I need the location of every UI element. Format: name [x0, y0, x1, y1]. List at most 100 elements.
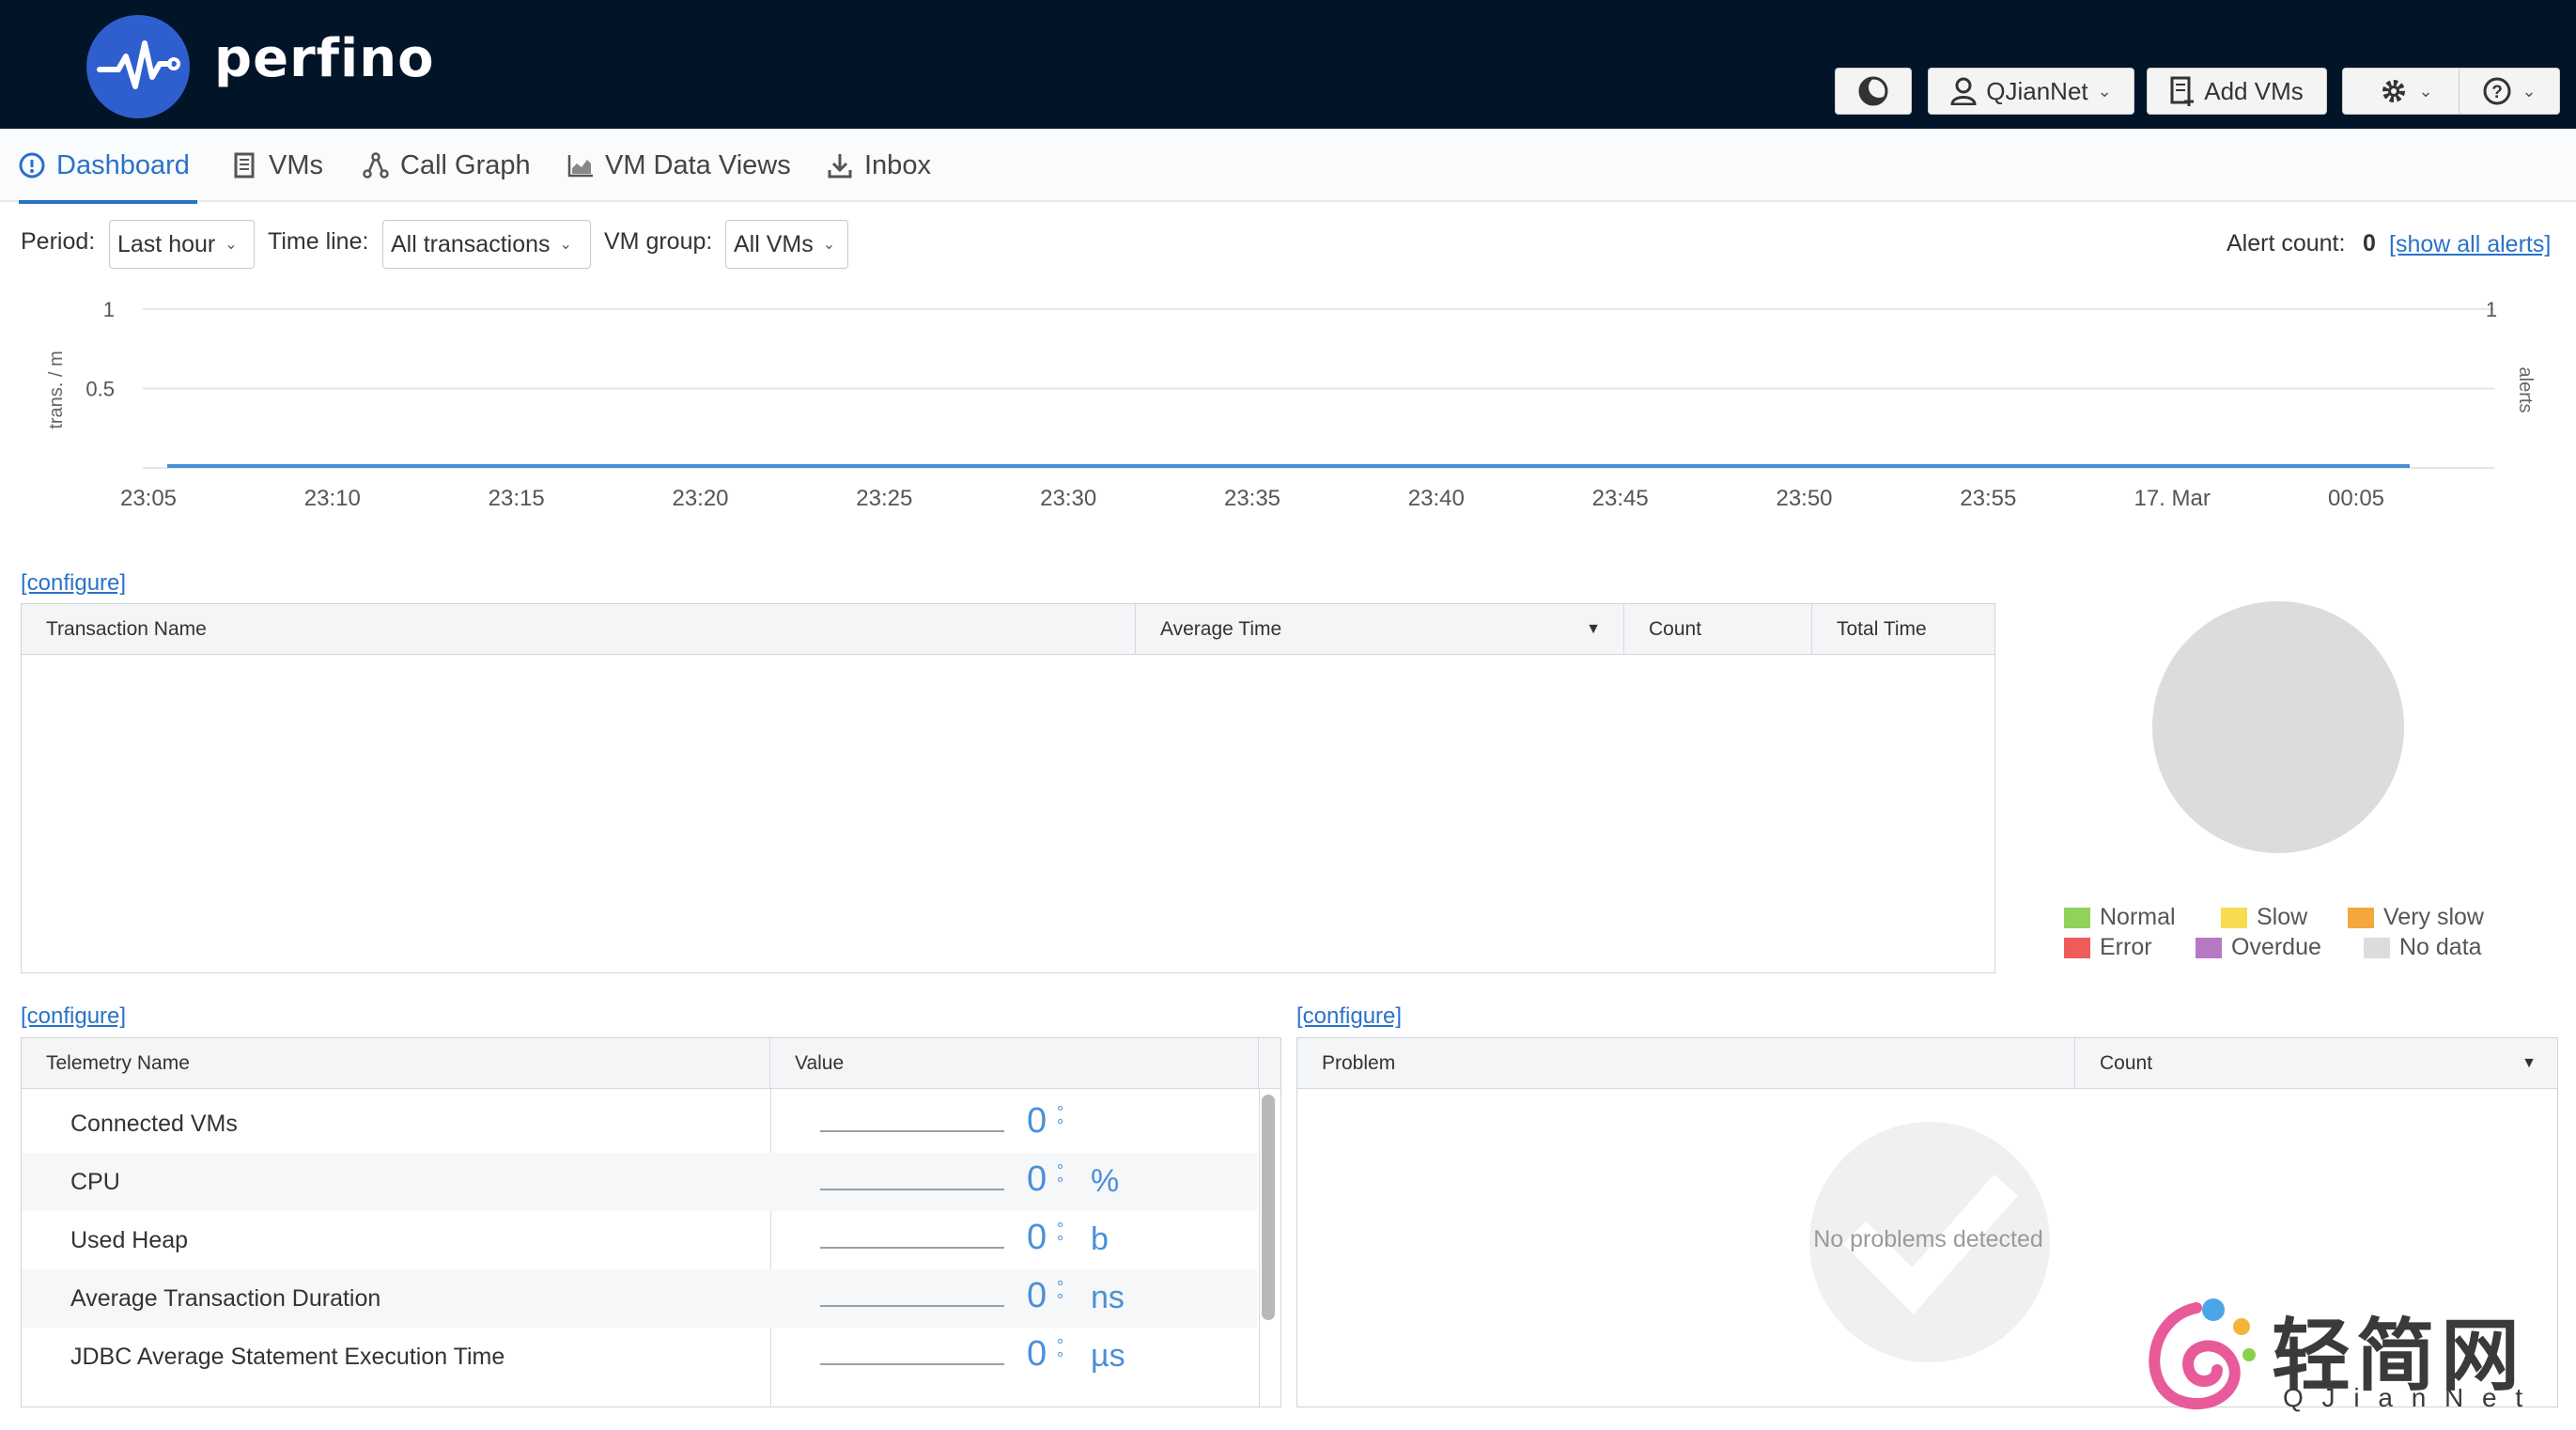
- transaction-pie-chart: [2152, 601, 2404, 853]
- column-count[interactable]: Count ▼: [2075, 1038, 2559, 1089]
- x-tick-label: 23:55: [1960, 486, 2016, 511]
- legend-overdue: Overdue: [2196, 934, 2321, 961]
- period-value: Last hour: [117, 230, 216, 257]
- tab-inbox[interactable]: Inbox: [827, 129, 931, 202]
- table-row[interactable]: JDBC Average Statement Execution Time 0 …: [22, 1328, 1257, 1386]
- column-telemetry-name[interactable]: Telemetry Name: [22, 1038, 770, 1089]
- legend-label: Very slow: [2383, 904, 2484, 930]
- column-label: Count: [1649, 618, 1702, 640]
- add-vms-button[interactable]: Add VMs: [2147, 68, 2327, 115]
- x-tick-label: 23:30: [1040, 486, 1096, 511]
- x-tick-label: 23:15: [489, 486, 545, 511]
- alert-count-value: 0: [2363, 230, 2376, 256]
- show-all-alerts-link[interactable]: [show all alerts]: [2389, 231, 2551, 258]
- tab-label: Call Graph: [400, 149, 531, 180]
- table-row[interactable]: Average Transaction Duration 0 ° ° ns: [22, 1269, 1257, 1328]
- vmgroup-label: VM group:: [604, 228, 713, 255]
- table-header: Transaction Name Average Time ▼ Count To…: [22, 604, 1994, 655]
- y2-axis-label: alerts: [2515, 367, 2536, 413]
- no-problems-text: No problems detected: [1813, 1226, 2043, 1252]
- column-label: Telemetry Name: [46, 1052, 190, 1074]
- legend-label: Normal: [2100, 904, 2176, 930]
- table-row[interactable]: Used Heap 0 ° ° b: [22, 1211, 1257, 1269]
- y-tick-label: 0.5: [85, 378, 115, 401]
- transactions-configure-link[interactable]: [configure]: [21, 570, 126, 597]
- x-tick-label: 23:35: [1224, 486, 1280, 511]
- table-row[interactable]: Connected VMs 0 ° °: [22, 1095, 1257, 1153]
- x-tick-label: 00:05: [2328, 486, 2384, 511]
- telemetry-unit: %: [1091, 1163, 1120, 1199]
- value-indicator-icon: ° °: [1057, 1220, 1064, 1251]
- vmgroup-select[interactable]: All VMs ⌄: [725, 220, 848, 269]
- y-tick-label: 1: [103, 298, 115, 321]
- x-tick-label: 23:05: [120, 486, 177, 511]
- tab-label: VMs: [269, 149, 323, 180]
- column-transaction-name[interactable]: Transaction Name: [22, 604, 1136, 655]
- column-label: Count: [2100, 1052, 2153, 1074]
- call-graph-icon: [363, 152, 389, 179]
- value-indicator-icon: ° °: [1057, 1161, 1064, 1193]
- app-name: perfino: [214, 28, 435, 89]
- column-label: Average Time: [1160, 618, 1282, 640]
- column-average-time[interactable]: Average Time ▼: [1136, 604, 1624, 655]
- legend-swatch: [2196, 937, 2222, 958]
- column-problem[interactable]: Problem: [1297, 1038, 2075, 1089]
- legend-swatch: [2064, 907, 2090, 928]
- column-label: Value: [795, 1052, 845, 1074]
- column-count[interactable]: Count: [1624, 604, 1812, 655]
- timeline-value: All transactions: [391, 230, 551, 257]
- column-value[interactable]: Value: [770, 1038, 1259, 1089]
- value-indicator-icon: ° °: [1057, 1336, 1064, 1368]
- timeline-select[interactable]: All transactions ⌄: [382, 220, 591, 269]
- gear-icon: [2382, 80, 2406, 102]
- column-label: Total Time: [1837, 618, 1927, 640]
- scrollbar-thumb[interactable]: [1262, 1095, 1275, 1320]
- legend-label: No data: [2399, 934, 2482, 960]
- period-select[interactable]: Last hour ⌄: [109, 220, 255, 269]
- theme-toggle-button[interactable]: [1835, 68, 1912, 115]
- x-tick-label: 23:25: [856, 486, 912, 511]
- legend-label: Slow: [2257, 904, 2308, 930]
- tab-dashboard[interactable]: Dashboard: [19, 129, 197, 204]
- watermark-logo-icon: [2149, 1298, 2256, 1410]
- sort-desc-icon: ▼: [1586, 621, 1601, 637]
- main-nav: Dashboard VMs Call Graph VM Data Views I…: [0, 129, 2576, 204]
- tab-vm-data-views[interactable]: VM Data Views: [567, 129, 791, 202]
- telemetry-value: 0: [1027, 1101, 1047, 1141]
- x-tick-label: 23:10: [304, 486, 361, 511]
- legend-no-data: No data: [2364, 934, 2482, 961]
- telemetry-name: JDBC Average Statement Execution Time: [70, 1344, 505, 1370]
- telemetry-configure-link[interactable]: [configure]: [21, 1003, 126, 1030]
- legend-label: Error: [2100, 934, 2152, 960]
- sort-desc-icon: ▼: [2522, 1055, 2537, 1071]
- period-label: Period:: [21, 228, 96, 255]
- settings-menu-button[interactable]: ⌄: [2342, 68, 2470, 115]
- tab-vms[interactable]: VMs: [231, 129, 323, 202]
- telemetry-unit: b: [1091, 1221, 1109, 1257]
- telemetry-unit: ns: [1091, 1280, 1125, 1315]
- legend-error: Error: [2064, 934, 2152, 961]
- problems-configure-link[interactable]: [configure]: [1296, 1003, 1402, 1030]
- help-icon: ?: [2483, 77, 2511, 105]
- column-label: Problem: [1322, 1052, 1396, 1074]
- add-server-icon: [2170, 76, 2195, 106]
- tab-call-graph[interactable]: Call Graph: [363, 129, 531, 202]
- legend-swatch: [2364, 937, 2390, 958]
- timeline-label: Time line:: [268, 228, 369, 255]
- download-icon: [828, 154, 852, 179]
- legend-slow: Slow: [2221, 904, 2307, 931]
- add-vms-label: Add VMs: [2204, 76, 2304, 105]
- x-tick-label: 23:50: [1776, 486, 1832, 511]
- tab-label: VM Data Views: [605, 149, 791, 180]
- telemetry-name: Used Heap: [70, 1227, 189, 1253]
- sparkline: [820, 1305, 1004, 1307]
- tab-label: Inbox: [864, 149, 931, 180]
- legend-label: Overdue: [2231, 934, 2321, 960]
- sparkline: [820, 1189, 1004, 1190]
- user-menu-button[interactable]: QJianNet ⌄: [1928, 68, 2134, 115]
- user-label: QJianNet: [1986, 76, 2088, 105]
- telemetry-value: 0: [1027, 1334, 1047, 1374]
- table-row[interactable]: CPU 0 ° ° %: [22, 1153, 1257, 1211]
- column-total-time[interactable]: Total Time: [1812, 604, 1996, 655]
- help-menu-button[interactable]: ? ⌄: [2459, 68, 2560, 115]
